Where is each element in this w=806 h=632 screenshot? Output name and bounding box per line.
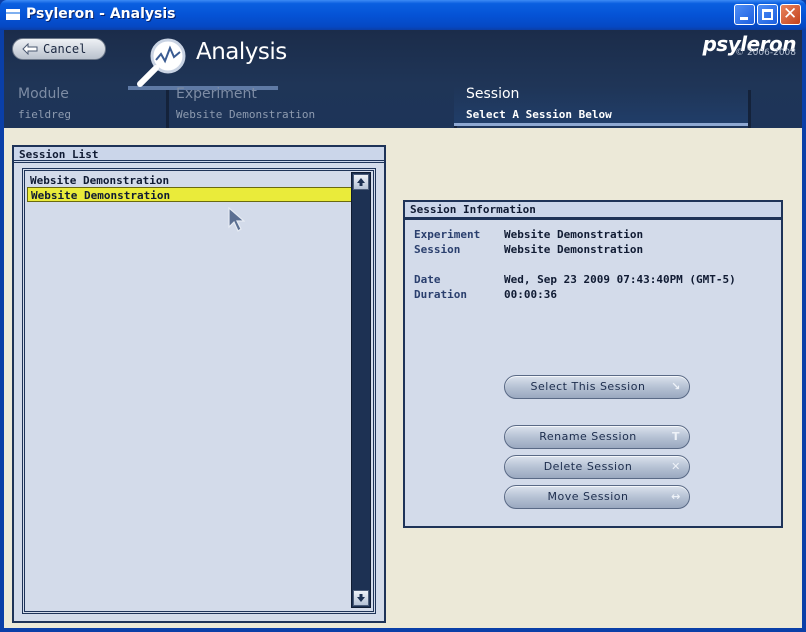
breadcrumb-module-value: fieldreg <box>18 108 71 121</box>
double-arrow-icon: ↔ <box>671 490 681 503</box>
breadcrumb-experiment: Experiment Website Demonstration <box>164 86 454 126</box>
breadcrumb-module: Module fieldreg <box>6 86 166 126</box>
breadcrumb-session: Session Select A Session Below <box>454 86 748 126</box>
session-list-scrollbar[interactable] <box>351 172 371 608</box>
cancel-label: Cancel <box>43 42 87 56</box>
page-title: Analysis <box>196 39 287 65</box>
maximize-icon <box>762 9 773 20</box>
scroll-down-button[interactable] <box>353 590 369 606</box>
cancel-button[interactable]: Cancel <box>12 38 106 60</box>
arrow-down-icon <box>357 594 365 602</box>
session-listbox[interactable]: Website Demonstration Website Demonstrat… <box>22 168 376 614</box>
scroll-up-button[interactable] <box>353 174 369 190</box>
rename-session-label: Rename Session <box>539 430 637 443</box>
info-session-row: Session Website Demonstration <box>414 243 643 256</box>
select-session-label: Select This Session <box>530 380 646 393</box>
app-header: Cancel Analysis psyleron © 2006-2008 Mod… <box>4 30 802 128</box>
info-experiment-label: Experiment <box>414 228 481 241</box>
maximize-button[interactable] <box>757 4 778 25</box>
session-info-title: Session Information <box>405 202 781 220</box>
info-duration-label: Duration <box>414 288 467 301</box>
arrow-corner-icon: ↘ <box>671 380 681 393</box>
info-date-value: Wed, Sep 23 2009 07:43:40PM (GMT-5) <box>504 273 736 286</box>
rename-session-button[interactable]: Rename Session T <box>504 425 690 449</box>
window-titlebar[interactable]: Psyleron - Analysis ✕ <box>0 0 806 30</box>
back-arrow-icon <box>22 43 38 55</box>
breadcrumb-session-name: Session <box>466 86 520 102</box>
info-experiment-row: Experiment Website Demonstration <box>414 228 643 241</box>
session-list-panel: Session List Website Demonstration Websi… <box>12 145 386 623</box>
move-session-label: Move Session <box>547 490 629 503</box>
minimize-button[interactable] <box>734 4 755 25</box>
arrow-up-icon <box>357 178 365 186</box>
minimize-icon <box>740 17 748 20</box>
move-session-button[interactable]: Move Session ↔ <box>504 485 690 509</box>
breadcrumb-divider <box>748 90 751 128</box>
info-duration-value: 00:00:36 <box>504 288 557 301</box>
info-date-label: Date <box>414 273 441 286</box>
breadcrumb-experiment-name: Experiment <box>176 86 257 102</box>
window-title: Psyleron - Analysis <box>26 6 176 22</box>
select-session-button[interactable]: Select This Session ↘ <box>504 375 690 399</box>
text-t-icon: T <box>671 430 680 443</box>
session-list-item[interactable]: Website Demonstration <box>27 173 353 188</box>
session-list-title: Session List <box>14 147 384 163</box>
mouse-cursor-icon <box>228 207 245 232</box>
info-session-label: Session <box>414 243 461 256</box>
info-experiment-value: Website Demonstration <box>504 228 644 241</box>
copyright-text: © 2006-2008 <box>735 48 796 58</box>
app-window-icon <box>6 9 20 20</box>
close-icon: ✕ <box>783 4 798 24</box>
breadcrumb-experiment-value: Website Demonstration <box>176 108 316 121</box>
info-date-row: Date Wed, Sep 23 2009 07:43:40PM (GMT-5) <box>414 273 736 286</box>
delete-session-label: Delete Session <box>543 460 633 473</box>
delete-session-button[interactable]: Delete Session ✕ <box>504 455 690 479</box>
session-info-panel: Session Information Experiment Website De… <box>403 200 783 528</box>
info-duration-row: Duration 00:00:36 <box>414 288 557 301</box>
close-button[interactable]: ✕ <box>780 4 801 25</box>
main-content: Session List Website Demonstration Websi… <box>4 128 802 628</box>
breadcrumb-module-name: Module <box>18 86 69 102</box>
info-session-value: Website Demonstration <box>504 243 644 256</box>
session-list-item-selected[interactable]: Website Demonstration <box>27 187 353 202</box>
x-icon: ✕ <box>671 460 681 473</box>
breadcrumb-session-value: Select A Session Below <box>466 108 612 121</box>
